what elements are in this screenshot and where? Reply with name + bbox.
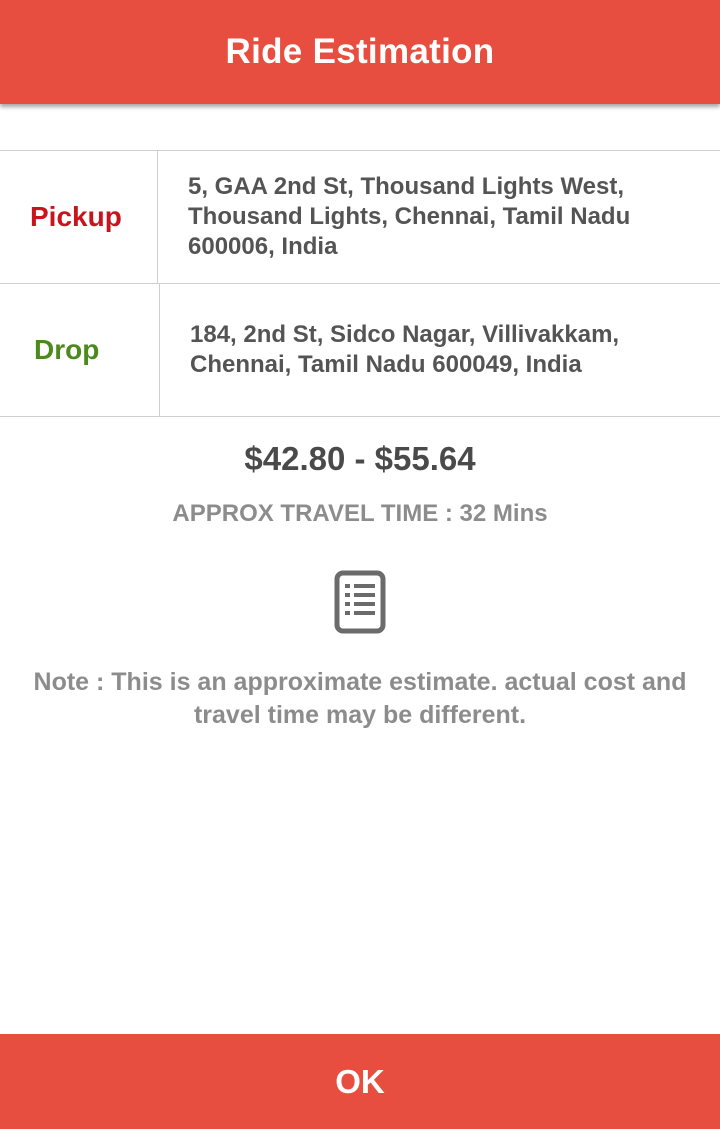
drop-label: Drop [34,334,100,365]
pickup-divider [157,151,158,283]
pickup-address: 5, GAA 2nd St, Thousand Lights West, Tho… [188,173,631,260]
pickup-label: Pickup [30,201,122,232]
pickup-row: Pickup 5, GAA 2nd St, Thousand Lights We… [0,150,720,283]
drop-divider [159,284,160,416]
page-title: Ride Estimation [225,32,495,71]
app-header: Ride Estimation [0,0,720,104]
document-list-icon [334,570,386,634]
fare-estimate: $42.80 - $55.64 [244,440,476,477]
drop-row: Drop 184, 2nd St, Sidco Nagar, Villivakk… [0,283,720,417]
ok-button[interactable]: OK [0,1034,720,1129]
drop-address: 184, 2nd St, Sidco Nagar, Villivakkam, C… [190,321,620,378]
location-table: Pickup 5, GAA 2nd St, Thousand Lights We… [0,150,720,417]
travel-time: APPROX TRAVEL TIME : 32 Mins [172,500,548,527]
estimate-note: Note : This is an approximate estimate. … [33,668,687,729]
